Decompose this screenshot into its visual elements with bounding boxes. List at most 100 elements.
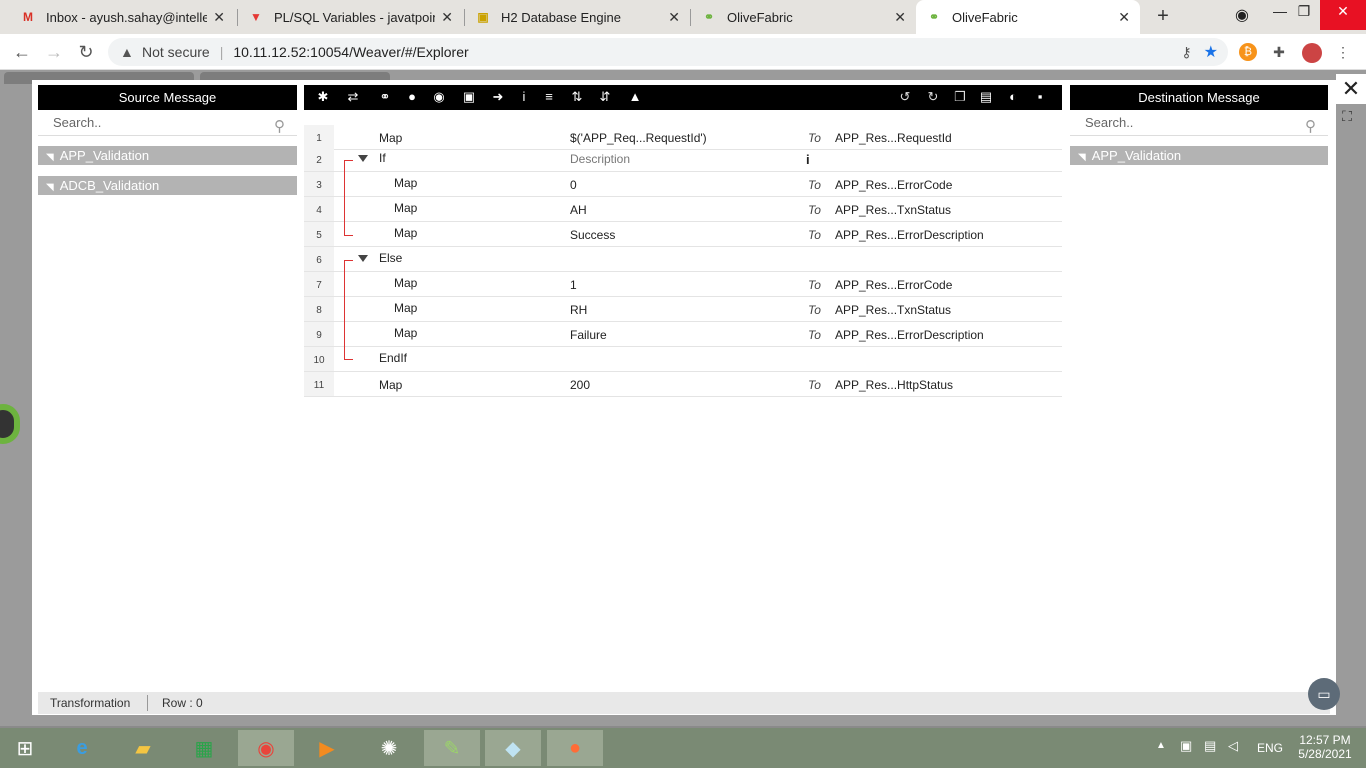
close-tab-icon[interactable]: ✕: [894, 9, 906, 26]
maximize-button[interactable]: ❐: [1286, 0, 1322, 30]
collapse-icon[interactable]: [358, 155, 368, 162]
tab-search-icon[interactable]: ◉: [1224, 5, 1260, 35]
table-row[interactable]: 10 EndIf: [304, 347, 1062, 372]
chrome-icon[interactable]: ◉: [238, 730, 294, 766]
key-icon[interactable]: ⚷: [1181, 44, 1191, 61]
store-icon[interactable]: ▦: [176, 730, 232, 766]
save-icon[interactable]: ▪: [1031, 88, 1049, 106]
h2-icon: ▣: [477, 10, 489, 24]
fullscreen-icon[interactable]: ⛶: [1336, 108, 1358, 130]
close-tab-icon[interactable]: ✕: [1118, 9, 1130, 26]
row-to: To: [808, 378, 821, 392]
reload-icon[interactable]: ↻: [74, 40, 98, 64]
warning-icon[interactable]: ▲: [626, 88, 644, 106]
row-destination: APP_Res...ErrorCode: [835, 178, 953, 192]
tab-title: OliveFabric: [952, 9, 1018, 25]
clock-time: 12:57 PM: [1299, 733, 1351, 747]
volume-icon[interactable]: ◁: [1228, 738, 1238, 754]
close-tab-icon[interactable]: ✕: [213, 9, 225, 26]
pad-icon[interactable]: ◆: [485, 730, 541, 766]
row-keyword: Map: [394, 201, 418, 215]
sort-up-icon[interactable]: ⇅: [568, 88, 586, 106]
tab-title: H2 Database Engine: [501, 9, 621, 25]
row-keyword: If: [379, 151, 386, 165]
search-icon[interactable]: ⚲: [1305, 114, 1316, 140]
gear-icon[interactable]: ✱: [314, 88, 332, 106]
tab-olivefabric-1[interactable]: ⚭ OliveFabric ✕: [691, 0, 916, 34]
collapse-icon[interactable]: [358, 255, 368, 262]
omnibox[interactable]: ▲ Not secure | 10.11.12.52:10054/Weaver/…: [108, 38, 1228, 66]
media-player-icon[interactable]: ▶: [299, 730, 355, 766]
redo-icon[interactable]: ↻: [924, 88, 942, 106]
aperture-icon[interactable]: ✺: [361, 730, 417, 766]
tab-olivefabric-active[interactable]: ⚭ OliveFabric ✕: [916, 0, 1140, 34]
postman-icon[interactable]: ●: [547, 730, 603, 766]
new-tab-button[interactable]: +: [1152, 5, 1174, 27]
file-explorer-icon[interactable]: ▰: [115, 730, 171, 766]
extensions-icon[interactable]: ✚: [1270, 43, 1288, 61]
close-tab-icon[interactable]: ✕: [441, 9, 453, 26]
table-row[interactable]: 9 Map Failure To APP_Res...ErrorDescript…: [304, 322, 1062, 347]
circle-icon[interactable]: ◉: [430, 88, 448, 106]
close-icon[interactable]: ✕: [1336, 74, 1366, 104]
destination-search-input[interactable]: Search.. ⚲: [1070, 110, 1328, 136]
tray-expand-icon[interactable]: ▲: [1156, 740, 1166, 751]
next-icon[interactable]: ➜: [489, 88, 507, 106]
undo-icon[interactable]: ↺: [896, 88, 914, 106]
table-row[interactable]: 11 Map 200 To APP_Res...HttpStatus: [304, 372, 1062, 397]
row-number: 3: [304, 172, 334, 196]
star-icon[interactable]: ★: [1204, 42, 1218, 62]
row-keyword: Map: [394, 276, 418, 290]
destination-item-app-validation[interactable]: ◥ APP_Validation: [1070, 146, 1328, 165]
avatar[interactable]: [1302, 43, 1322, 63]
stack-icon[interactable]: ≡: [540, 88, 558, 106]
network-icon[interactable]: ▣: [1180, 738, 1192, 754]
table-row[interactable]: 7 Map 1 To APP_Res...ErrorCode: [304, 272, 1062, 297]
back-icon[interactable]: ←: [10, 40, 34, 64]
row-value: Failure: [570, 328, 607, 342]
clock[interactable]: 12:57 PM 5/28/2021: [1296, 733, 1354, 761]
tab-title: OliveFabric: [727, 9, 793, 25]
bitcoin-extension-icon[interactable]: ₿: [1239, 43, 1257, 61]
transformation-toolbar: ✱ ⇄ ⚭ ● ◉ ▣ ➜ i ≡ ⇅ ⇵ ▲ ↺ ↻ ❐ ▤ ◐ ▪: [304, 85, 1062, 110]
olivefabric-icon: ⚭: [703, 10, 715, 24]
loop-icon[interactable]: ⇄: [344, 88, 362, 106]
row-value: RH: [570, 303, 588, 317]
table-row[interactable]: 2 If Description i: [304, 147, 1062, 172]
table-row[interactable]: 3 Map 0 To APP_Res...ErrorCode: [304, 172, 1062, 197]
tab-gmail[interactable]: M Inbox - ayush.sahay@intellectd ✕: [10, 0, 235, 34]
clipboard-icon[interactable]: ▤: [977, 88, 995, 106]
rss-icon: ◥: [1078, 152, 1086, 163]
source-item-app-validation[interactable]: ◥ APP_Validation: [38, 146, 297, 165]
display-icon[interactable]: ▤: [1204, 738, 1216, 754]
row-to: To: [808, 178, 821, 192]
pin-icon[interactable]: ●: [403, 88, 421, 106]
tab-javatpoint[interactable]: ▼ PL/SQL Variables - javatpoint ✕: [238, 0, 463, 34]
table-row[interactable]: 5 Map Success To APP_Res...ErrorDescript…: [304, 222, 1062, 247]
info-icon[interactable]: i: [515, 88, 533, 106]
search-icon[interactable]: ⚲: [274, 114, 285, 140]
copy-icon[interactable]: ❐: [951, 88, 969, 106]
table-row[interactable]: 6 Else: [304, 247, 1062, 272]
tab-h2[interactable]: ▣ H2 Database Engine ✕: [465, 0, 690, 34]
sort-down-icon[interactable]: ⇵: [596, 88, 614, 106]
info-icon[interactable]: i: [806, 152, 810, 167]
row-to: To: [808, 203, 821, 217]
menu-icon[interactable]: ⋮: [1334, 43, 1352, 61]
ie-icon[interactable]: e: [54, 730, 110, 766]
source-item-adcb-validation[interactable]: ◥ ADCB_Validation: [38, 176, 297, 195]
notepad-icon[interactable]: ✎: [424, 730, 480, 766]
window-close-button[interactable]: ✕: [1320, 0, 1366, 30]
contrast-icon[interactable]: ◐: [1004, 88, 1022, 106]
forward-icon[interactable]: →: [42, 40, 66, 64]
console-icon[interactable]: ▭: [1308, 678, 1340, 710]
windows-start-icon[interactable]: ⊞: [0, 730, 50, 766]
source-search-input[interactable]: Search.. ⚲: [38, 110, 297, 136]
table-row[interactable]: 4 Map AH To APP_Res...TxnStatus: [304, 197, 1062, 222]
row-number: 10: [304, 347, 334, 371]
square-icon[interactable]: ▣: [460, 88, 478, 106]
link-icon[interactable]: ⚭: [376, 88, 394, 106]
close-tab-icon[interactable]: ✕: [668, 9, 680, 26]
table-row[interactable]: 8 Map RH To APP_Res...TxnStatus: [304, 297, 1062, 322]
language-indicator[interactable]: ENG: [1257, 741, 1283, 755]
